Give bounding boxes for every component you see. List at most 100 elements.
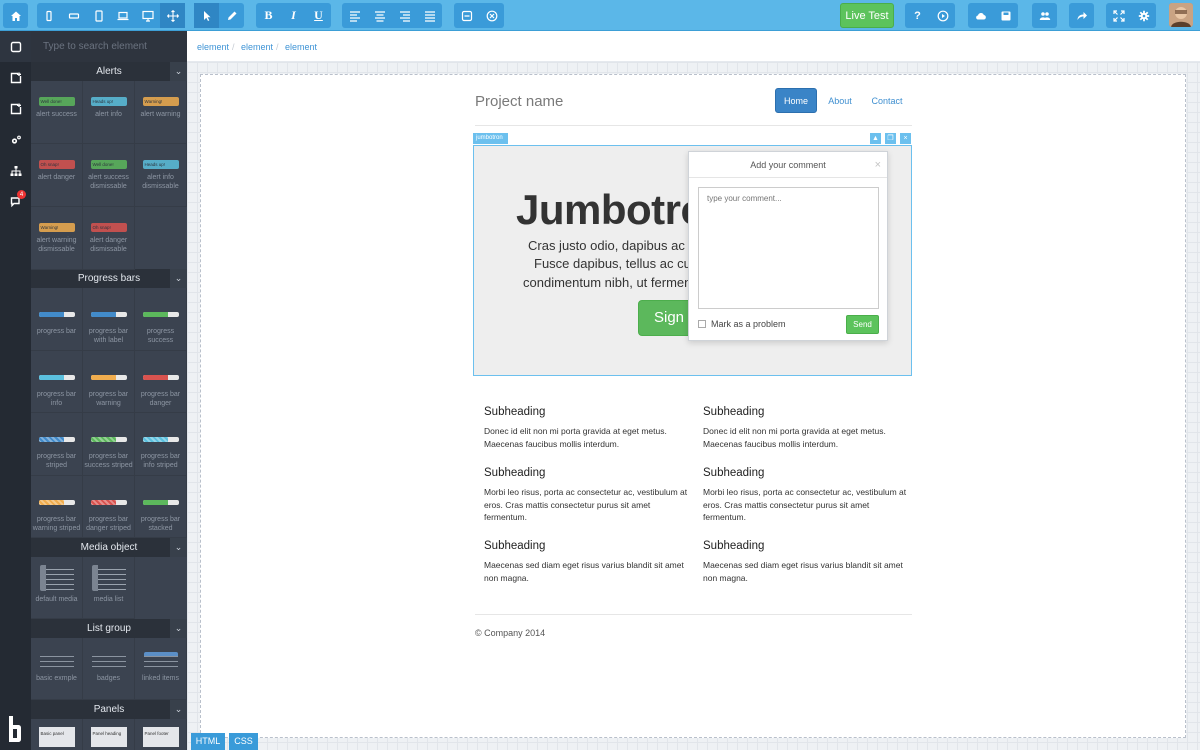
alert-thumbnail: Oh snap! — [90, 223, 127, 232]
section-media-object[interactable]: Media object ⌄ — [31, 538, 187, 557]
progress-item[interactable]: progress bar danger striped — [83, 475, 135, 538]
comments-icon[interactable]: 4 — [0, 186, 31, 217]
phone-portrait-icon[interactable] — [37, 3, 62, 28]
alert-item[interactable]: Well done! alert success — [31, 81, 83, 144]
section-title: List group — [87, 623, 131, 634]
element-sublabel: info — [50, 399, 63, 407]
progress-item[interactable]: progress bar info striped — [135, 413, 187, 476]
fullscreen-icon[interactable] — [1106, 3, 1131, 28]
breadcrumb-item[interactable]: element — [285, 42, 317, 52]
align-left-icon[interactable] — [342, 3, 367, 28]
section-panels[interactable]: Panels ⌄ — [31, 700, 187, 719]
progress-item[interactable]: progress bar success striped — [83, 413, 135, 476]
pencil-icon[interactable] — [219, 3, 244, 28]
progress-item[interactable]: progress bar warning — [83, 350, 135, 413]
settings-gears-icon[interactable] — [0, 124, 31, 155]
alert-item[interactable]: Heads up! alert info — [83, 81, 135, 144]
chevron-down-icon[interactable]: ⌄ — [170, 269, 187, 288]
comment-icon[interactable]: ▲ — [870, 133, 881, 144]
section-progress-bars[interactable]: Progress bars ⌄ — [31, 269, 187, 288]
progress-item[interactable]: progress bar striped — [31, 413, 83, 476]
media-item[interactable]: media list — [83, 557, 135, 619]
components-icon[interactable] — [0, 31, 31, 62]
pointer-icon[interactable] — [194, 3, 219, 28]
element-label: progress bar — [36, 453, 77, 460]
panel-item[interactable]: Panel footer — [135, 719, 187, 750]
progress-item[interactable]: progress bar stacked — [135, 475, 187, 538]
nav-contact[interactable]: Contact — [866, 88, 908, 113]
breadcrumb-item[interactable]: element — [197, 42, 229, 52]
nav-about[interactable]: About — [822, 88, 858, 113]
section-alerts[interactable]: Alerts ⌄ — [31, 62, 187, 81]
element-label: alert info — [147, 174, 174, 181]
element-group — [454, 3, 504, 28]
tab-html[interactable]: HTML — [191, 733, 225, 750]
close-icon[interactable]: × — [900, 133, 911, 144]
alert-item[interactable]: Warning! alert warning dismissable — [31, 207, 83, 270]
add-page-icon[interactable] — [0, 62, 31, 93]
play-circle-icon[interactable] — [930, 3, 955, 28]
chevron-down-icon[interactable]: ⌄ — [170, 619, 187, 638]
progress-item[interactable]: progress success — [135, 288, 187, 351]
progress-item[interactable]: progress bar warning striped — [31, 475, 83, 538]
live-test-button[interactable]: Live Test — [840, 3, 894, 28]
panel-item[interactable]: Panel heading — [83, 719, 135, 750]
phone-landscape-icon[interactable] — [62, 3, 87, 28]
jumbotron-tag: jumbotron — [473, 133, 508, 144]
add-element-icon[interactable] — [0, 93, 31, 124]
paragraph: Maecenas sed diam eget risus varius blan… — [484, 560, 684, 583]
align-center-icon[interactable] — [367, 3, 392, 28]
progress-item[interactable]: progress bar info — [31, 350, 83, 413]
media-item[interactable]: default media — [31, 557, 83, 619]
remove-circle-icon[interactable] — [479, 3, 504, 28]
cloud-upload-icon[interactable] — [968, 3, 993, 28]
user-avatar[interactable] — [1169, 3, 1193, 27]
bold-button[interactable]: B — [256, 3, 281, 28]
save-icon[interactable] — [993, 3, 1018, 28]
problem-checkbox[interactable] — [698, 320, 706, 328]
chevron-down-icon[interactable]: ⌄ — [170, 538, 187, 557]
list-item[interactable]: basic exmple — [31, 638, 83, 700]
tablet-icon[interactable] — [86, 3, 111, 28]
desktop-icon[interactable] — [136, 3, 161, 28]
users-icon[interactable] — [1032, 3, 1057, 28]
list-item[interactable]: linked items — [135, 638, 187, 700]
element-label: progress bar — [88, 453, 129, 460]
section-list-group[interactable]: List group ⌄ — [31, 619, 187, 638]
underline-button[interactable]: U — [306, 3, 331, 28]
alert-item[interactable]: Heads up! alert info dismissable — [135, 144, 187, 207]
panel-item[interactable]: Basic panel — [31, 719, 83, 750]
alert-item[interactable]: Well done! alert success dismissable — [83, 144, 135, 207]
italic-button[interactable]: I — [281, 3, 306, 28]
close-icon[interactable]: × — [875, 159, 881, 171]
align-justify-icon[interactable] — [417, 3, 442, 28]
tab-css[interactable]: CSS — [229, 733, 258, 750]
problem-checkbox-label[interactable]: Mark as a problem — [711, 319, 786, 329]
home-icon[interactable] — [3, 3, 28, 28]
chevron-down-icon[interactable]: ⌄ — [170, 62, 187, 81]
fullscreen-move-icon[interactable] — [160, 3, 186, 28]
copy-icon[interactable]: ❐ — [885, 133, 896, 144]
share-icon[interactable] — [1069, 3, 1094, 28]
progress-fill — [38, 437, 65, 442]
nav-home[interactable]: Home — [775, 88, 817, 113]
progress-item[interactable]: progress bar — [31, 288, 83, 351]
progress-item[interactable]: progress bar with label — [83, 288, 135, 351]
gear-icon[interactable] — [1131, 3, 1156, 28]
sitemap-icon[interactable] — [0, 155, 31, 186]
list-item[interactable]: badges — [83, 638, 135, 700]
alert-item[interactable]: Warning! alert warning — [135, 81, 187, 144]
laptop-icon[interactable] — [111, 3, 136, 28]
help-icon[interactable]: ? — [905, 3, 930, 28]
send-button[interactable]: Send — [846, 315, 879, 334]
align-right-icon[interactable] — [392, 3, 417, 28]
site-brand[interactable]: Project name — [475, 93, 563, 110]
element-search-input[interactable]: Type to search element — [31, 31, 187, 62]
breadcrumb-item[interactable]: element — [241, 42, 273, 52]
collapse-icon[interactable] — [454, 3, 479, 28]
chevron-down-icon[interactable]: ⌄ — [170, 700, 187, 719]
progress-item[interactable]: progress bar danger — [135, 350, 187, 413]
alert-item[interactable]: Oh snap! alert danger dismissable — [83, 207, 135, 270]
comment-textarea[interactable] — [698, 187, 879, 309]
alert-item[interactable]: Oh snap! alert danger — [31, 144, 83, 207]
